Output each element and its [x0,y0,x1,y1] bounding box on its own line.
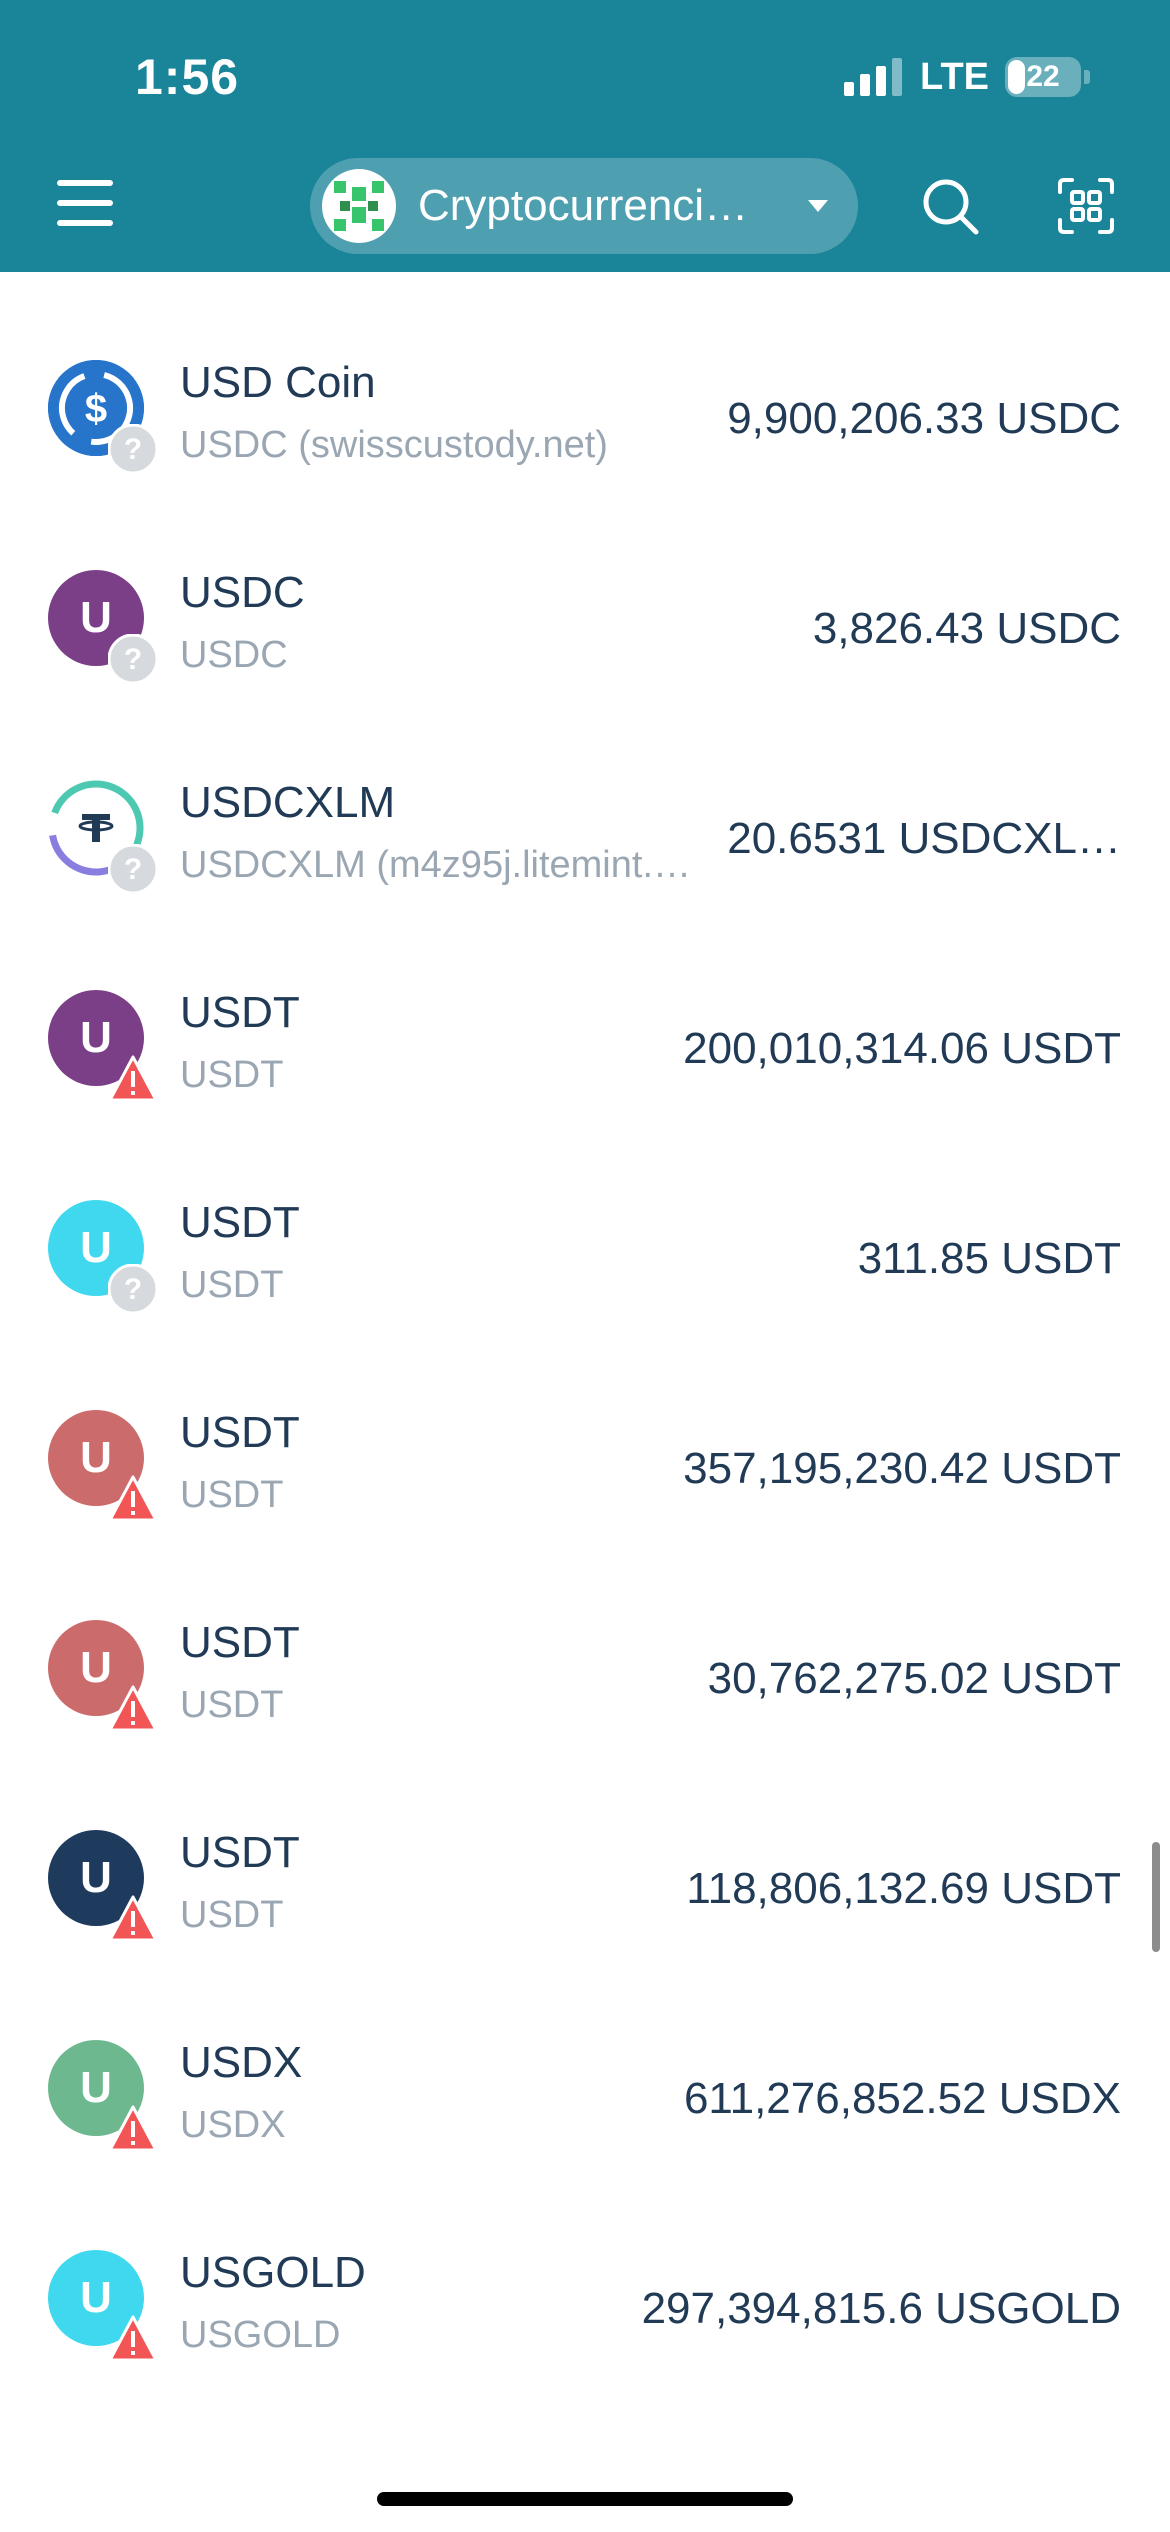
signal-strength-icon [844,58,903,96]
asset-row[interactable]: U USGOLD USGOLD 297,394,815.6 USGOLD [0,2212,1170,2422]
home-indicator[interactable] [377,2492,793,2506]
asset-row[interactable]: U USDT USDT 118,806,132.69 USDT [0,1792,1170,2002]
asset-row[interactable]: U ? USDT USDT 311.85 USDT [0,1162,1170,1372]
unknown-status-icon: ? [108,1264,158,1314]
unknown-status-icon: ? [108,634,158,684]
asset-amount: 118,806,132.69 USDT [686,1864,1121,1913]
scrollbar[interactable] [1152,1842,1160,1952]
asset-name: USDT [180,1828,300,1877]
svg-text:?: ? [124,1273,142,1306]
warning-icon [108,1475,158,1522]
asset-code: USDT [180,1054,284,1096]
asset-name: USDCXLM [180,778,396,827]
asset-name: USGOLD [180,2248,366,2297]
asset-code: USDT [180,1684,284,1726]
asset-code: USDCXLM (m4z95j.litemint.… [180,844,691,886]
asset-code: USDX [180,2104,286,2146]
svg-text:?: ? [124,853,142,886]
asset-amount: 311.85 USDT [857,1234,1121,1283]
asset-row[interactable]: $ ? USD Coin USDC (swisscustody.net) 9,9… [0,322,1170,532]
asset-name: USDT [180,1408,300,1457]
asset-row[interactable]: ? USDCXLM USDCXLM (m4z95j.litemint.… 20.… [0,742,1170,952]
warning-icon [108,1685,158,1732]
network-selector[interactable]: Cryptocurrenci… [310,158,858,254]
asset-row[interactable]: U USDX USDX 611,276,852.52 USDX [0,2002,1170,2212]
battery-icon: 22 [1005,57,1081,97]
asset-amount: 20.6531 USDCXL… [727,814,1121,863]
asset-amount: 297,394,815.6 USGOLD [641,2284,1121,2333]
warning-icon [108,1055,158,1102]
network-logo-icon [322,169,396,243]
asset-amount: 30,762,275.02 USDT [707,1654,1121,1703]
menu-button[interactable] [57,180,113,228]
svg-text:?: ? [124,433,142,466]
svg-text:$: $ [85,387,107,431]
asset-amount: 200,010,314.06 USDT [683,1024,1121,1073]
asset-code: USGOLD [180,2314,341,2356]
asset-amount: 357,195,230.42 USDT [683,1444,1121,1493]
asset-amount: 3,826.43 USDC [812,604,1121,653]
qr-scan-icon[interactable] [1056,176,1116,236]
asset-amount: 9,900,206.33 USDC [727,394,1121,443]
asset-code: USDC [180,634,288,676]
status-indicators: LTE 22 [844,52,1090,102]
search-icon[interactable] [920,176,980,236]
warning-icon [108,2105,158,2152]
asset-row[interactable]: U USDT USDT 357,195,230.42 USDT [0,1372,1170,1582]
svg-text:?: ? [124,643,142,676]
asset-row[interactable]: U USDT USDT 200,010,314.06 USDT [0,952,1170,1162]
asset-row[interactable]: U USDT USDT 30,762,275.02 USDT [0,1582,1170,1792]
status-time: 1:56 [135,49,240,105]
warning-icon [108,2315,158,2362]
network-title: Cryptocurrenci… [418,181,749,230]
unknown-status-icon: ? [108,844,158,894]
asset-name: USDT [180,1198,300,1247]
asset-code: USDC (swisscustody.net) [180,424,608,466]
asset-name: USDT [180,1618,300,1667]
asset-name: USDT [180,988,300,1037]
asset-code: USDT [180,1474,284,1516]
asset-name: USDX [180,2038,303,2087]
warning-icon [108,1895,158,1942]
battery-level: 22 [1026,60,1060,93]
asset-amount: 611,276,852.52 USDX [683,2074,1121,2123]
asset-code: USDT [180,1894,284,1936]
asset-code: USDT [180,1264,284,1306]
unknown-status-icon: ? [108,424,158,474]
asset-name: USDC [180,568,305,617]
asset-name: USD Coin [180,358,376,407]
top-bar: 1:56 LTE 22 Cryptocurrenci… [0,0,1170,272]
network-type: LTE [920,55,989,98]
asset-row[interactable]: U ? USDC USDC 3,826.43 USDC [0,532,1170,742]
chevron-down-icon [808,200,828,212]
